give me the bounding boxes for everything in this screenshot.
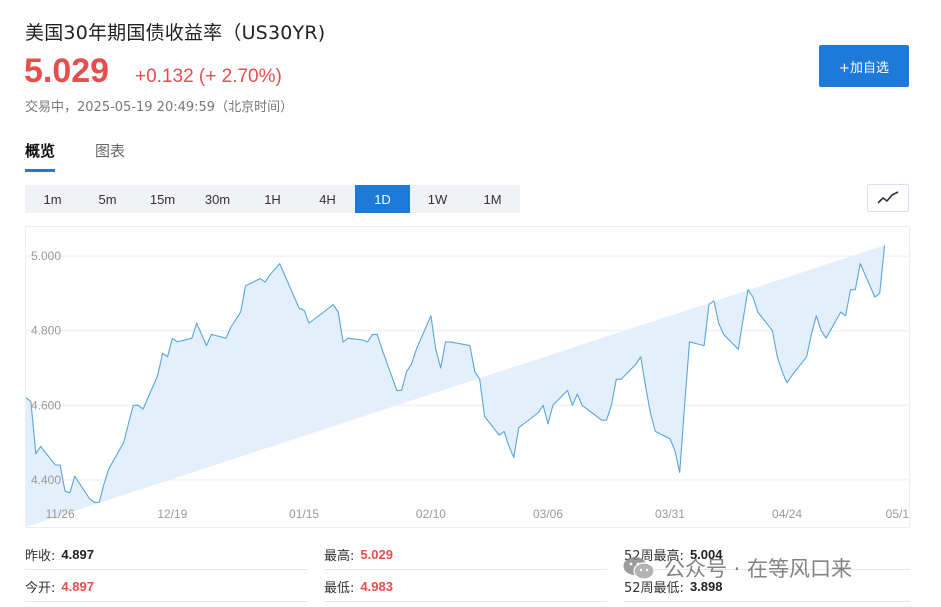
stat-label: 今开: [25,581,56,596]
view-tabs: 概览 图表 [25,140,165,172]
period-5m[interactable]: 5m [80,185,135,213]
y-tick-label: 5.000 [31,249,61,263]
stat-label: 最低: [324,581,355,596]
stat-label: 昨收: [25,549,56,564]
watermark: 公众号 · 在等风口来 [622,553,852,583]
stat-value: 4.897 [61,547,94,562]
period-1w[interactable]: 1W [410,185,465,213]
period-4h[interactable]: 4H [300,185,355,213]
stat-open: 今开: 4.897 [25,572,308,602]
stat-high: 最高: 5.029 [324,540,607,570]
tab-overview[interactable]: 概览 [25,140,56,172]
x-tick-label: 04/24 [772,507,802,521]
tab-chart[interactable]: 图表 [95,140,125,172]
x-tick-label: 05/1 [886,507,910,521]
period-selector: 1m 5m 15m 30m 1H 4H 1D 1W 1M [25,185,520,213]
stat-value: 4.983 [360,579,393,594]
period-1h[interactable]: 1H [245,185,300,213]
y-tick-label: 4.600 [31,398,61,412]
chart-type-button[interactable] [867,184,909,212]
price-change: +0.132 (+ 2.70%) [135,66,282,87]
period-15m[interactable]: 15m [135,185,190,213]
trade-status: 交易中，2025-05-19 20:49:59（北京时间） [25,100,294,115]
line-chart-icon [877,191,899,204]
period-1mo[interactable]: 1M [465,185,520,213]
x-tick-label: 02/10 [416,507,446,521]
add-to-watchlist-button[interactable]: +加自选 [819,45,909,87]
current-price: 5.029 [24,52,110,90]
y-tick-label: 4.400 [31,473,61,487]
stat-value: 4.897 [61,579,94,594]
yield-chart[interactable]: 4.400 4.600 4.800 5.000 11/26 12/19 01/15 02/10… [25,226,910,528]
x-tick-label: 12/19 [157,507,187,521]
period-30m[interactable]: 30m [190,185,245,213]
x-tick-label: 03/31 [655,507,685,521]
stat-value: 5.029 [360,547,393,562]
x-tick-label: 03/06 [533,507,563,521]
chart-svg: 4.400 4.600 4.800 5.000 11/26 12/19 01/15 02/10… [25,226,910,528]
y-tick-label: 4.800 [31,324,61,338]
stat-label: 最高: [324,549,355,564]
page-title: 美国30年期国债收益率（US30YR) [25,22,326,44]
watermark-text: 公众号 · 在等风口来 [664,557,853,581]
stat-prev-close: 昨收: 4.897 [25,540,308,570]
wechat-icon [623,557,655,580]
x-tick-label: 11/26 [46,507,75,521]
stat-low: 最低: 4.983 [324,572,607,602]
x-tick-label: 01/15 [289,507,319,521]
period-1d[interactable]: 1D [355,185,410,213]
period-1m[interactable]: 1m [25,185,80,213]
